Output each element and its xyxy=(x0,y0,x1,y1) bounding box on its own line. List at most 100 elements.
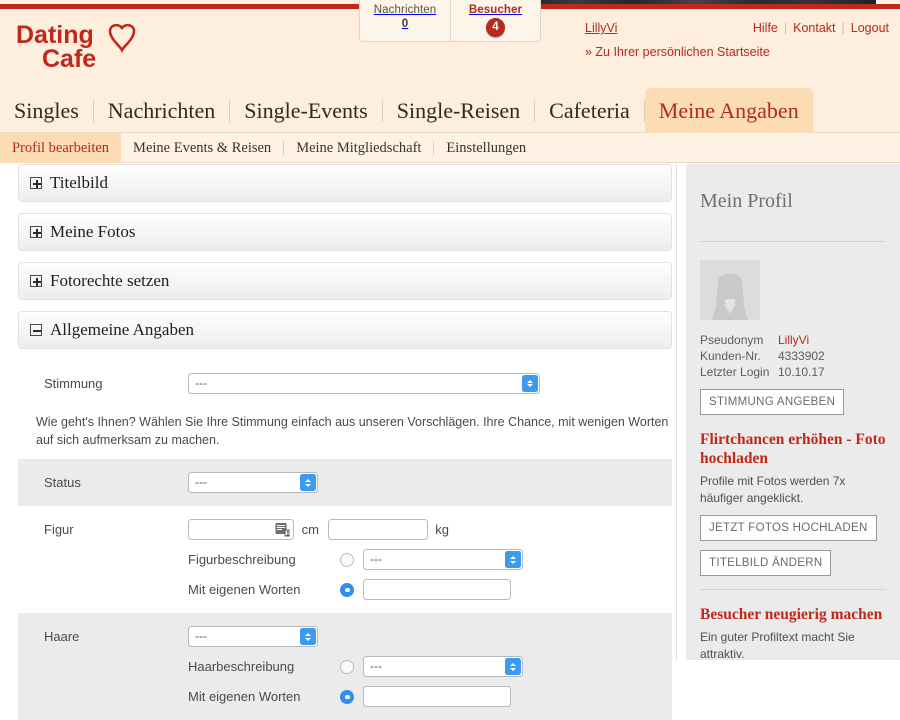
visitor-count-badge: 4 xyxy=(486,18,505,37)
main-column: Titelbild Meine Fotos Fotorechte setzen … xyxy=(18,164,672,720)
main-navigation: Singles Nachrichten Single-Events Single… xyxy=(0,88,900,133)
status-select[interactable]: --- xyxy=(188,472,318,493)
weight-input[interactable] xyxy=(328,519,428,540)
username-link[interactable]: LillyVi xyxy=(585,21,617,35)
subnav-link[interactable]: Meine Events & Reisen xyxy=(121,133,283,163)
user-links-row: LillyVi Hilfe | Kontakt | Logout xyxy=(585,21,895,37)
link-separator: | xyxy=(784,21,787,35)
sub-label-mit-eigenen-worten: Mit eigenen Worten xyxy=(188,582,340,597)
stimmung-select[interactable]: --- xyxy=(188,373,540,394)
figur-own-words-row: Mit eigenen Worten xyxy=(188,579,672,600)
sidebar-title: Mein Profil xyxy=(700,190,886,213)
chevron-updown-icon xyxy=(505,551,521,568)
sidebar: Mein Profil Pseudonym LillyVi Kunden-Nr. xyxy=(686,164,900,660)
select-value: --- xyxy=(189,374,213,393)
nav-item-single-reisen[interactable]: Single-Reisen xyxy=(383,88,534,133)
nav-item-nachrichten[interactable]: Nachrichten xyxy=(94,88,230,133)
profile-key: Pseudonym xyxy=(700,332,778,348)
svg-text:Cafe: Cafe xyxy=(42,45,96,73)
subnav-item-profil-bearbeiten[interactable]: Profil bearbeiten xyxy=(0,133,121,163)
titelbild-aendern-button[interactable]: Titelbild ändern xyxy=(700,550,831,576)
select-value: --- xyxy=(364,657,388,676)
nav-link[interactable]: Single-Reisen xyxy=(383,88,534,133)
counter-tab-nachrichten[interactable]: Nachrichten 0 xyxy=(360,0,450,41)
subnav-item-meine-events-reisen[interactable]: Meine Events & Reisen xyxy=(121,133,283,163)
content-divider xyxy=(676,164,677,660)
personal-start-page-link[interactable]: » Zu Ihrer persönlichen Startseite xyxy=(585,45,770,59)
page-root: Dating Cafe Nachrichten 0 Besucher 4 Lil… xyxy=(0,0,900,660)
logout-link[interactable]: Logout xyxy=(851,21,889,35)
figur-description-row: Figurbeschreibung --- xyxy=(188,549,672,570)
accordion-titelbild[interactable]: Titelbild xyxy=(18,164,672,202)
stimmung-help-text: Wie geht's Ihnen? Wählen Sie Ihre Stimmu… xyxy=(36,413,676,449)
radio-figurbeschreibung[interactable] xyxy=(340,553,354,567)
autofill-contact-icon[interactable]: 1 xyxy=(274,521,291,538)
accordion-allgemeine-angaben[interactable]: Allgemeine Angaben xyxy=(18,311,672,349)
chevron-updown-icon xyxy=(300,628,316,645)
field-body: 1 cm kg Figurbeschreibung --- xyxy=(188,519,672,600)
promo-text-foto: Profile mit Fotos werden 7x häufiger ang… xyxy=(700,473,886,507)
sidebar-divider-2 xyxy=(700,589,886,590)
radio-figur-eigene-worte[interactable] xyxy=(340,583,354,597)
field-label-stimmung: Stimmung xyxy=(18,373,188,391)
radio-haarbeschreibung[interactable] xyxy=(340,660,354,674)
minus-icon xyxy=(30,324,42,336)
nav-item-singles[interactable]: Singles xyxy=(0,88,93,133)
unit-kg: kg xyxy=(435,522,449,537)
counter-value: 0 xyxy=(360,18,450,30)
field-label-haare: Haare xyxy=(18,626,188,644)
figurbeschreibung-select[interactable]: --- xyxy=(363,549,523,570)
accordion-meine-fotos[interactable]: Meine Fotos xyxy=(18,213,672,251)
counter-label: Nachrichten xyxy=(360,4,450,16)
site-logo[interactable]: Dating Cafe xyxy=(14,17,174,73)
counter-tabs: Nachrichten 0 Besucher 4 xyxy=(359,0,541,42)
nav-item-meine-angaben[interactable]: Meine Angaben xyxy=(645,88,813,133)
sidebar-divider xyxy=(700,241,886,242)
form-row-status: Status --- xyxy=(18,459,672,506)
nav-link[interactable]: Cafeteria xyxy=(535,88,644,133)
counter-label: Besucher xyxy=(451,4,540,16)
form-row-figur: Figur 1 cm xyxy=(18,506,672,613)
nav-link[interactable]: Single-Events xyxy=(230,88,381,133)
nav-item-single-events[interactable]: Single-Events xyxy=(230,88,381,133)
accordion-title: Titelbild xyxy=(50,173,108,193)
haare-select[interactable]: --- xyxy=(188,626,318,647)
sub-label-mit-eigenen-worten: Mit eigenen Worten xyxy=(188,689,340,704)
stimmung-angeben-button[interactable]: Stimmung angeben xyxy=(700,389,844,415)
subnav-item-meine-mitgliedschaft[interactable]: Meine Mitgliedschaft xyxy=(284,133,433,163)
select-value: --- xyxy=(189,473,213,492)
haare-description-row: Haarbeschreibung --- xyxy=(188,656,672,677)
subnav-link[interactable]: Profil bearbeiten xyxy=(0,133,121,163)
height-input[interactable] xyxy=(189,520,273,539)
field-label-figur: Figur xyxy=(18,519,188,537)
haare-own-words-input[interactable] xyxy=(363,686,511,707)
field-body: --- Haarbeschreibung --- Mit eigenen Wor… xyxy=(188,626,672,707)
nav-link[interactable]: Singles xyxy=(0,88,93,133)
haarbeschreibung-select[interactable]: --- xyxy=(363,656,523,677)
figur-own-words-input[interactable] xyxy=(363,579,511,600)
nav-link[interactable]: Nachrichten xyxy=(94,88,230,133)
site-header: Dating Cafe Nachrichten 0 Besucher 4 Lil… xyxy=(0,9,900,88)
help-link[interactable]: Hilfe xyxy=(753,21,778,35)
nav-link[interactable]: Meine Angaben xyxy=(645,88,813,133)
radio-haare-eigene-worte[interactable] xyxy=(340,690,354,704)
chevron-updown-icon xyxy=(505,658,521,675)
avatar[interactable] xyxy=(700,260,760,320)
subnav-item-einstellungen[interactable]: Einstellungen xyxy=(434,133,538,163)
accordion-title: Allgemeine Angaben xyxy=(50,320,194,340)
promo-text-besucher: Ein guter Profiltext macht Sie attraktiv… xyxy=(700,629,886,663)
subnav-link[interactable]: Einstellungen xyxy=(434,133,538,163)
avatar-placeholder-icon xyxy=(700,260,760,320)
nav-item-cafeteria[interactable]: Cafeteria xyxy=(535,88,644,133)
jetzt-fotos-hochladen-button[interactable]: Jetzt Fotos hochladen xyxy=(700,515,877,541)
contact-link[interactable]: Kontakt xyxy=(793,21,835,35)
form-row-stimmung: Stimmung --- xyxy=(18,360,672,407)
link-separator: | xyxy=(842,21,845,35)
subnav-link[interactable]: Meine Mitgliedschaft xyxy=(284,133,433,163)
accordion-fotorechte-setzen[interactable]: Fotorechte setzen xyxy=(18,262,672,300)
unit-cm: cm xyxy=(302,522,319,537)
counter-tab-besucher[interactable]: Besucher 4 xyxy=(450,0,540,41)
profile-value: LillyVi xyxy=(778,332,809,348)
dating-cafe-logo-icon: Dating Cafe xyxy=(14,17,174,73)
main-nav-list: Singles Nachrichten Single-Events Single… xyxy=(0,88,900,133)
